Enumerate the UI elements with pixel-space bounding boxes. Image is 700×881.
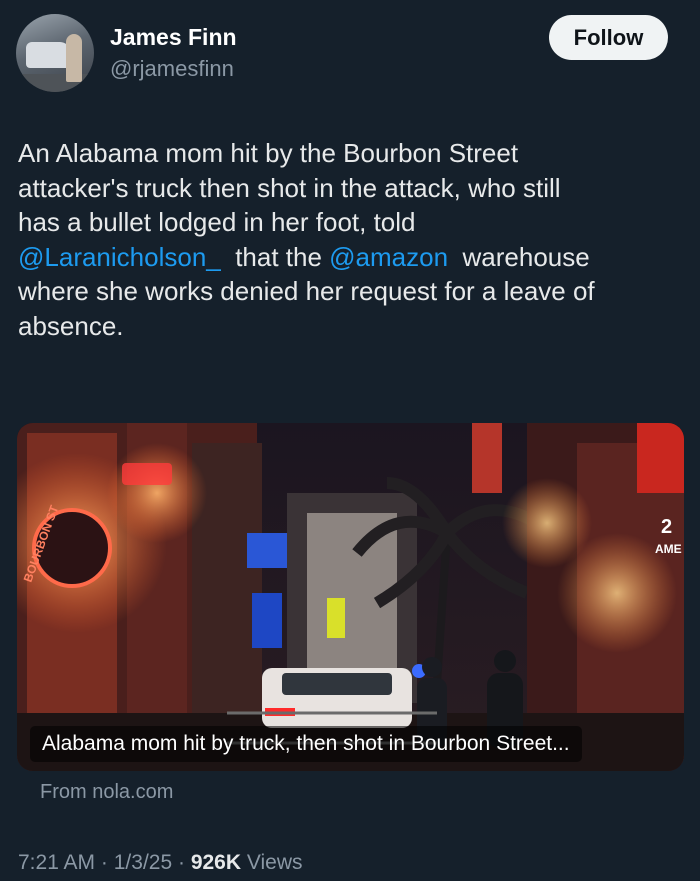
tweet-time[interactable]: 7:21 AM	[18, 851, 95, 874]
tweet-text-segment: attacker's truck then shot in the attack…	[18, 172, 561, 203]
tweet-text-segment: An Alabama mom hit by the Bourbon Street	[18, 138, 519, 168]
meta-separator: ·	[100, 851, 108, 874]
tweet-text-segment: absence.	[18, 310, 124, 341]
link-card-source[interactable]: From nola.com	[40, 781, 173, 804]
link-card-image[interactable]: BOURBON ST 2 AME	[17, 423, 684, 771]
tweet-text-line: attacker's truck then shot in the attack…	[18, 171, 690, 206]
avatar-car	[26, 42, 70, 68]
avatar[interactable]	[16, 14, 94, 92]
tweet-text-line: where she works denied her request for a…	[18, 274, 690, 309]
tweet-text-segment: that the	[220, 241, 330, 272]
link-card-title[interactable]: Alabama mom hit by truck, then shot in B…	[30, 726, 582, 762]
views-label[interactable]: Views	[247, 851, 303, 874]
meta-separator: ·	[177, 851, 185, 874]
street-night-photo: BOURBON ST 2 AME	[17, 423, 684, 771]
image-sign-ame: AME	[655, 542, 682, 556]
tweet-text-segment: where she works denied her request for a…	[18, 276, 595, 306]
avatar-person	[66, 34, 82, 82]
tweet-text-line: absence.	[18, 309, 690, 344]
tweet-text-line: @Laranicholson_ that the @amazon warehou…	[18, 240, 690, 275]
views-count[interactable]: 926K	[191, 851, 241, 874]
author-display-name[interactable]: James Finn	[110, 24, 237, 51]
avatar-ground	[16, 74, 94, 92]
tweet-text-segment: warehouse	[448, 241, 590, 272]
tweet-text-line: has a bullet lodged in her foot, told	[18, 205, 690, 240]
mention-link[interactable]: @Laranicholson_	[18, 242, 221, 272]
follow-button[interactable]: Follow	[549, 15, 668, 60]
tweet-text-line: An Alabama mom hit by the Bourbon Street	[18, 136, 690, 171]
image-sign-number: 2	[661, 516, 672, 538]
tweet-date[interactable]: 1/3/25	[114, 851, 172, 874]
tweet-meta: 7:21 AM · 1/3/25 · 926K Views	[18, 851, 303, 875]
tweet-text-segment: has a bullet lodged in her foot, told	[18, 207, 416, 237]
mention-link[interactable]: @amazon	[329, 242, 448, 272]
author-handle[interactable]: @rjamesfinn	[110, 56, 234, 82]
tweet-view: James Finn @rjamesfinn Follow An Alabama…	[0, 0, 700, 881]
tweet-text: An Alabama mom hit by the Bourbon Street…	[18, 136, 690, 343]
